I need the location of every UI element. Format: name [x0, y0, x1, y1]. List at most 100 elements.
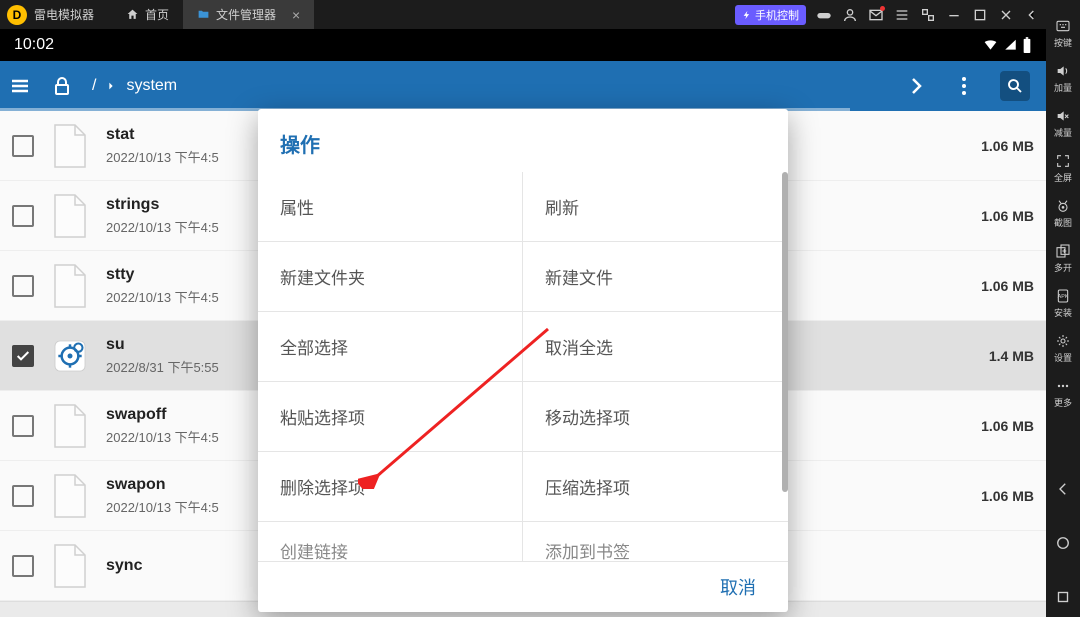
sidebar-install[interactable]: APK安装 — [1054, 288, 1072, 319]
sidebar-keys[interactable]: 按键 — [1054, 18, 1072, 49]
file-name: swapon — [106, 476, 219, 494]
sidebar-fullscreen[interactable]: 全屏 — [1054, 153, 1072, 184]
voldown-icon — [1055, 108, 1071, 124]
row-checkbox[interactable] — [12, 205, 34, 227]
dialog-item[interactable]: 压缩选择项 — [523, 452, 788, 522]
file-size: 1.4 MB — [989, 348, 1034, 364]
back-nav-button[interactable] — [1046, 469, 1080, 509]
dialog-cancel-button[interactable]: 取消 — [710, 568, 766, 606]
file-size: 1.06 MB — [981, 138, 1034, 154]
dialog-item[interactable]: 粘贴选择项 — [258, 382, 522, 452]
emulator-title-bar: D 雷电模拟器 首页 文件管理器 × 手机控制 — [0, 0, 1046, 29]
dialog-item[interactable]: 全部选择 — [258, 312, 522, 382]
dialog-item[interactable]: 移动选择项 — [523, 382, 788, 452]
menu-icon[interactable] — [894, 7, 910, 23]
row-checkbox[interactable] — [12, 275, 34, 297]
forward-icon[interactable] — [904, 74, 928, 98]
sidebar-settings[interactable]: 设置 — [1054, 333, 1072, 364]
install-icon: APK — [1055, 288, 1071, 304]
dialog-item[interactable]: 创建链接 — [258, 522, 522, 562]
drawer-icon[interactable] — [8, 74, 32, 98]
bolt-icon — [742, 10, 752, 20]
emulator-logo: D — [7, 5, 27, 25]
collapse-sidebar-icon[interactable] — [1024, 7, 1040, 23]
file-name: swapoff — [106, 406, 219, 424]
file-name: sync — [106, 557, 142, 575]
file-name: strings — [106, 196, 219, 214]
tab-filemanager-label: 文件管理器 — [216, 6, 276, 23]
settings-icon — [1055, 333, 1071, 349]
folder-icon — [197, 8, 210, 21]
phone-control-button[interactable]: 手机控制 — [735, 5, 806, 25]
dialog-item[interactable]: 取消全选 — [523, 312, 788, 382]
file-name: stty — [106, 266, 219, 284]
dialog-item[interactable]: 属性 — [258, 172, 522, 242]
gear-file-icon — [48, 331, 92, 381]
confirm-selection-icon[interactable] — [16, 612, 42, 617]
file-date: 2022/10/13 下午4:5 — [106, 287, 219, 306]
gamepad-icon[interactable] — [816, 7, 832, 23]
close-window-icon[interactable] — [998, 7, 1014, 23]
dialog-item[interactable]: 删除选择项 — [258, 452, 522, 522]
svg-text:APK: APK — [1058, 294, 1069, 300]
search-button[interactable] — [1000, 71, 1030, 101]
emulator-name: 雷电模拟器 — [34, 6, 94, 23]
sidebar-voldown[interactable]: 减量 — [1054, 108, 1072, 139]
file-size: 1.06 MB — [981, 208, 1034, 224]
dialog-item[interactable]: 刷新 — [523, 172, 788, 242]
file-date: 2022/8/31 下午5:55 — [106, 357, 219, 376]
file-icon — [48, 401, 92, 451]
battery-icon — [1022, 37, 1032, 54]
tab-home[interactable]: 首页 — [112, 0, 183, 29]
file-icon — [48, 261, 92, 311]
row-checkbox[interactable] — [12, 485, 34, 507]
minimize-icon[interactable] — [946, 7, 962, 23]
dialog-item[interactable]: 新建文件 — [523, 242, 788, 312]
lock-icon[interactable] — [50, 74, 74, 98]
dialog-item[interactable]: 添加到书签 — [523, 522, 788, 562]
sidebar-shot[interactable]: 截图 — [1054, 198, 1072, 229]
signal-icon — [1003, 38, 1018, 52]
row-checkbox[interactable] — [12, 555, 34, 577]
maximize-icon[interactable] — [972, 7, 988, 23]
shot-icon — [1055, 198, 1071, 214]
more-icon — [1055, 378, 1071, 394]
user-icon[interactable] — [842, 7, 858, 23]
actions-dialog: 操作 属性新建文件夹全部选择粘贴选择项删除选择项创建链接刷新新建文件取消全选移动… — [258, 109, 788, 612]
fullscreen-icon — [1055, 153, 1071, 169]
mail-icon[interactable] — [868, 7, 884, 23]
breadcrumb[interactable]: / system — [92, 77, 177, 95]
file-icon — [48, 471, 92, 521]
home-icon — [1054, 534, 1072, 552]
multi-icon — [1055, 243, 1071, 259]
file-date: 2022/10/13 下午4:5 — [106, 147, 219, 166]
overflow-icon[interactable] — [952, 74, 976, 98]
file-date: 2022/10/13 下午4:5 — [106, 217, 219, 236]
volup-icon — [1055, 63, 1071, 79]
chevron-right-icon — [106, 79, 116, 93]
emulator-sidebar: 按键加量减量全屏截图多开 APK安装设置更多 — [1046, 0, 1080, 617]
file-name: su — [106, 336, 219, 354]
file-size: 1.06 MB — [981, 488, 1034, 504]
home-icon — [126, 8, 139, 21]
row-checkbox[interactable] — [12, 135, 34, 157]
back-icon — [1054, 480, 1072, 498]
status-time: 10:02 — [14, 36, 54, 54]
file-date: 2022/10/13 下午4:5 — [106, 427, 219, 446]
row-checkbox[interactable] — [12, 345, 34, 367]
home-nav-button[interactable] — [1046, 523, 1080, 563]
dialog-scrollbar[interactable] — [782, 172, 788, 492]
tab-close-button[interactable]: × — [292, 7, 300, 23]
sidebar-multi[interactable]: 多开 — [1054, 243, 1072, 274]
tab-filemanager[interactable]: 文件管理器 × — [183, 0, 314, 29]
recent-nav-button[interactable] — [1046, 577, 1080, 617]
wifi-icon — [982, 38, 999, 52]
file-date: 2022/10/13 下午4:5 — [106, 497, 219, 516]
sidebar-more[interactable]: 更多 — [1054, 378, 1072, 409]
row-checkbox[interactable] — [12, 415, 34, 437]
expand-icon[interactable] — [920, 7, 936, 23]
file-manager-appbar: / system — [0, 61, 1046, 111]
dialog-item[interactable]: 新建文件夹 — [258, 242, 522, 312]
sidebar-volup[interactable]: 加量 — [1054, 63, 1072, 94]
file-name: stat — [106, 126, 219, 144]
